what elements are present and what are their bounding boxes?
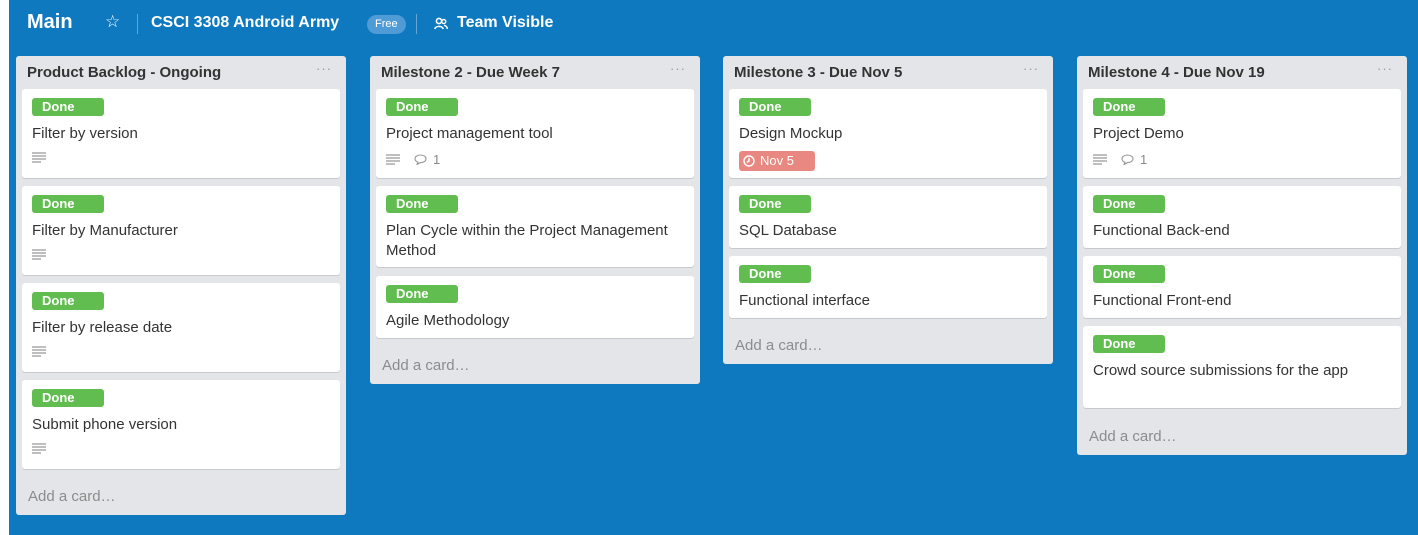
card[interactable]: Done Filter by version xyxy=(22,89,340,178)
list-menu-icon[interactable]: ··· xyxy=(1023,61,1039,76)
plan-badge: Free xyxy=(367,15,406,34)
comment-count: 1 xyxy=(433,152,441,167)
add-card-button[interactable]: Add a card… xyxy=(28,488,116,505)
card[interactable]: Done Project management tool 1 xyxy=(376,89,694,178)
card-label-done: Done xyxy=(32,98,104,116)
card-label-done: Done xyxy=(739,195,811,213)
description-icon xyxy=(32,249,46,260)
visibility-label: Team Visible xyxy=(457,14,554,31)
header-divider xyxy=(137,14,138,34)
card-label-done: Done xyxy=(386,285,458,303)
due-date-text: Nov 5 xyxy=(760,153,794,168)
comment-icon xyxy=(414,154,427,165)
list-milestone-4: Milestone 4 - Due Nov 19 ··· Done Projec… xyxy=(1077,56,1407,455)
add-card-button[interactable]: Add a card… xyxy=(735,337,823,354)
description-icon xyxy=(32,346,46,357)
card-label-done: Done xyxy=(739,98,811,116)
card[interactable]: Done Agile Methodology xyxy=(376,276,694,338)
due-date-badge: Nov 5 xyxy=(739,151,815,171)
card[interactable]: Done Functional Back-end xyxy=(1083,186,1401,248)
clock-icon xyxy=(743,155,755,167)
description-icon xyxy=(32,443,46,454)
card-title: Submit phone version xyxy=(32,416,178,433)
header-divider xyxy=(416,14,417,34)
list-menu-icon[interactable]: ··· xyxy=(670,61,686,76)
add-card-button[interactable]: Add a card… xyxy=(382,357,470,374)
description-icon xyxy=(1093,154,1107,165)
board-title[interactable]: Main xyxy=(27,11,73,34)
card[interactable]: Done Design Mockup Nov 5 xyxy=(729,89,1047,178)
card-label-done: Done xyxy=(1093,335,1165,353)
card-title: Functional interface xyxy=(739,292,870,309)
list-title[interactable]: Milestone 4 - Due Nov 19 xyxy=(1088,64,1265,81)
description-icon xyxy=(386,154,400,165)
list-title[interactable]: Product Backlog - Ongoing xyxy=(27,64,221,81)
list-title[interactable]: Milestone 3 - Due Nov 5 xyxy=(734,64,902,81)
card-label-done: Done xyxy=(1093,98,1165,116)
list-title[interactable]: Milestone 2 - Due Week 7 xyxy=(381,64,560,81)
card-title: SQL Database xyxy=(739,222,837,239)
card[interactable]: Done Crowd source submissions for the ap… xyxy=(1083,326,1401,408)
card-title: Filter by version xyxy=(32,125,138,142)
card-title: Project Demo xyxy=(1093,125,1184,142)
card-title: Agile Methodology xyxy=(386,312,510,329)
card-label-done: Done xyxy=(1093,265,1165,283)
card-title: Filter by release date xyxy=(32,319,173,336)
comment-badge: 1 xyxy=(1121,152,1147,167)
card-label-done: Done xyxy=(386,98,458,116)
list-menu-icon[interactable]: ··· xyxy=(1377,61,1393,76)
list-menu-icon[interactable]: ··· xyxy=(316,61,332,76)
comment-count: 1 xyxy=(1140,152,1148,167)
card-label-done: Done xyxy=(1093,195,1165,213)
card[interactable]: Done Functional Front-end xyxy=(1083,256,1401,318)
card-label-done: Done xyxy=(739,265,811,283)
description-icon xyxy=(32,152,46,163)
team-name[interactable]: CSCI 3308 Android Army xyxy=(151,14,339,32)
card[interactable]: Done SQL Database xyxy=(729,186,1047,248)
card[interactable]: Done Submit phone version xyxy=(22,380,340,469)
list-milestone-2: Milestone 2 - Due Week 7 ··· Done Projec… xyxy=(370,56,700,384)
card-label-done: Done xyxy=(386,195,458,213)
card[interactable]: Done Project Demo 1 xyxy=(1083,89,1401,178)
card-title: Crowd source submissions for the app xyxy=(1093,362,1349,379)
visibility-button[interactable]: Team Visible xyxy=(434,14,553,32)
comment-icon xyxy=(1121,154,1134,165)
card-title: Filter by Manufacturer xyxy=(32,222,178,239)
card[interactable]: Done Plan Cycle within the Project Manag… xyxy=(376,186,694,267)
card-title: Plan Cycle within the Project Management… xyxy=(386,222,668,259)
card[interactable]: Done Filter by Manufacturer xyxy=(22,186,340,275)
card-label-done: Done xyxy=(32,195,104,213)
card-title: Design Mockup xyxy=(739,125,843,142)
card-title: Project management tool xyxy=(386,125,553,142)
add-card-button[interactable]: Add a card… xyxy=(1089,428,1177,445)
list-product-backlog: Product Backlog - Ongoing ··· Done Filte… xyxy=(16,56,346,515)
card-label-done: Done xyxy=(32,292,104,310)
comment-badge: 1 xyxy=(414,152,440,167)
list-milestone-3: Milestone 3 - Due Nov 5 ··· Done Design … xyxy=(723,56,1053,364)
star-icon[interactable]: ☆ xyxy=(105,12,120,32)
card[interactable]: Done Filter by release date xyxy=(22,283,340,372)
card-title: Functional Back-end xyxy=(1093,222,1230,239)
board-header: Main ☆ CSCI 3308 Android Army Free Team … xyxy=(9,0,1418,50)
card-title: Functional Front-end xyxy=(1093,292,1232,309)
card[interactable]: Done Functional interface xyxy=(729,256,1047,318)
team-icon xyxy=(434,17,448,29)
board: Main ☆ CSCI 3308 Android Army Free Team … xyxy=(9,0,1418,535)
card-label-done: Done xyxy=(32,389,104,407)
